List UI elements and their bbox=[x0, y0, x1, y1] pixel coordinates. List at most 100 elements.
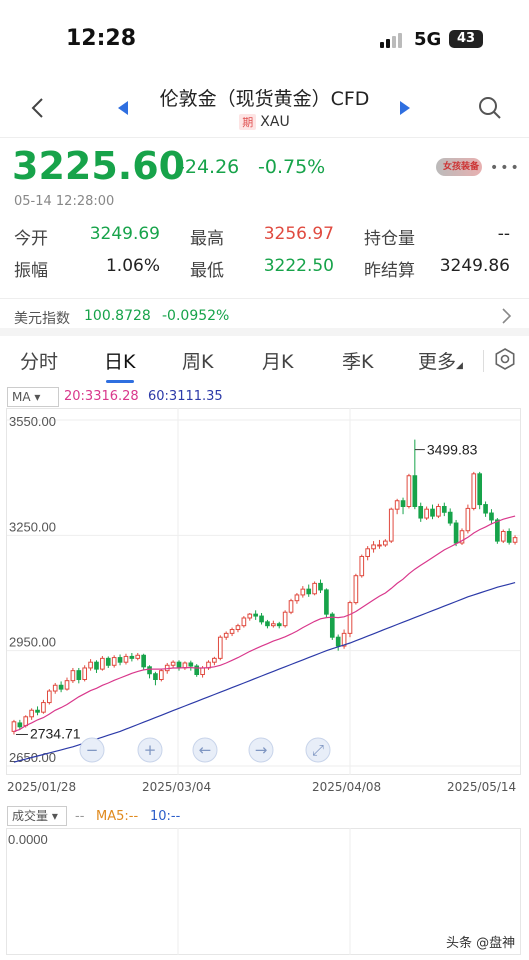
stat-label: 持仓量 bbox=[364, 229, 415, 249]
candle-body bbox=[512, 537, 518, 543]
candle-body bbox=[200, 667, 205, 676]
volume-select[interactable]: 成交量 ▾ bbox=[7, 806, 67, 826]
candle-body bbox=[129, 655, 135, 659]
candle-body bbox=[170, 661, 176, 666]
candlestick-chart[interactable]: 3550.003250.002950.002650.003499.832734.… bbox=[0, 408, 529, 776]
ma10-value: 10:-- bbox=[150, 809, 181, 824]
candle-body bbox=[82, 667, 88, 681]
futures-tag: 期 bbox=[239, 114, 257, 130]
y-tick-label: 2950.00 bbox=[9, 635, 56, 650]
status-time: 12:28 bbox=[66, 26, 137, 51]
candle-body bbox=[70, 670, 76, 682]
candle-body bbox=[483, 504, 488, 514]
candle-body bbox=[52, 684, 58, 692]
candle-body bbox=[312, 582, 317, 595]
tab-more[interactable]: 更多◢ bbox=[418, 347, 463, 374]
candle-body bbox=[64, 680, 70, 690]
candle-body bbox=[29, 709, 34, 718]
price-change: -24.26 bbox=[178, 156, 240, 178]
candle-body bbox=[489, 512, 494, 521]
ma-select[interactable]: MA ▾ bbox=[7, 387, 59, 407]
quote-datetime: 05-14 12:28:00 bbox=[14, 194, 115, 209]
stat-label: 昨结算 bbox=[364, 261, 415, 281]
candle-body bbox=[159, 670, 164, 680]
tab-monthly[interactable]: 月K bbox=[262, 347, 293, 374]
stats-grid: 今开 3249.69 最高 3256.97 持仓量 -- 振幅 1.06% 最低… bbox=[0, 224, 529, 288]
tab-daily[interactable]: 日K bbox=[104, 347, 135, 374]
candle-body bbox=[453, 522, 459, 544]
more-icon[interactable]: ••• bbox=[490, 160, 521, 176]
zoom-out-button[interactable]: − bbox=[79, 737, 105, 763]
candle-body bbox=[235, 625, 241, 631]
ma-indicator-bar: MA ▾ 20:3316.28 60:3111.35 bbox=[0, 386, 529, 408]
candle-body bbox=[294, 594, 300, 602]
candle-body bbox=[223, 632, 229, 638]
x-tick-label: 2025/01/28 bbox=[7, 780, 77, 794]
stat-value: -- bbox=[497, 224, 510, 244]
avatar[interactable]: 女孩装备 bbox=[436, 158, 482, 176]
candle-body bbox=[229, 629, 235, 634]
candle-body bbox=[282, 611, 288, 627]
search-icon[interactable] bbox=[478, 96, 502, 120]
divider bbox=[483, 350, 484, 372]
status-bar: 12:28 5G 43 bbox=[0, 0, 529, 76]
watermark: 头条 @盘神 bbox=[446, 936, 516, 951]
subtitle: 期 XAU bbox=[0, 114, 529, 130]
candle-body bbox=[306, 588, 312, 595]
x-axis: 2025/01/28 2025/03/04 2025/04/08 2025/05… bbox=[0, 780, 529, 798]
y-tick-label: 3550.00 bbox=[9, 414, 56, 429]
price-change-pct: -0.75% bbox=[258, 156, 326, 178]
usd-index-row[interactable]: 美元指数 100.8728 -0.0952% bbox=[0, 298, 529, 336]
network-label: 5G bbox=[414, 29, 442, 50]
candle-body bbox=[188, 662, 194, 667]
scroll-left-button[interactable]: ← bbox=[192, 737, 218, 763]
candle-body bbox=[412, 475, 418, 508]
page-title: 伦敦金（现货黄金）CFD bbox=[159, 88, 370, 110]
chevron-right-icon[interactable] bbox=[500, 307, 512, 325]
scroll-right-button[interactable]: → bbox=[248, 737, 274, 763]
candle-body bbox=[383, 540, 388, 546]
candle-body bbox=[259, 615, 264, 623]
tab-intraday[interactable]: 分时 bbox=[20, 347, 58, 374]
candle-body bbox=[46, 690, 52, 704]
chart-frame bbox=[6, 408, 521, 775]
candle-body bbox=[371, 544, 376, 550]
candle-body bbox=[500, 530, 506, 542]
candle-body bbox=[241, 617, 247, 627]
tab-more-label: 更多 bbox=[418, 351, 457, 373]
ma20-line bbox=[13, 515, 516, 732]
next-instrument-icon[interactable] bbox=[398, 100, 412, 116]
tab-weekly[interactable]: 周K bbox=[182, 347, 213, 374]
usd-index-label: 美元指数 bbox=[14, 311, 70, 327]
volume-value: -- bbox=[75, 809, 85, 824]
zoom-in-button[interactable]: + bbox=[137, 737, 163, 763]
candle-body bbox=[271, 623, 276, 627]
candle-body bbox=[265, 621, 270, 627]
quote-panel: 3225.60 -24.26 -0.75% 女孩装备 ••• 05-14 12:… bbox=[0, 140, 529, 298]
dropdown-caret-icon: ◢ bbox=[456, 361, 463, 371]
candle-body bbox=[76, 670, 82, 680]
ma60-line bbox=[13, 582, 516, 763]
candle-body bbox=[141, 654, 146, 668]
volume-indicator-bar: 成交量 ▾ -- MA5:-- 10:-- bbox=[0, 804, 529, 828]
candle-body bbox=[347, 602, 353, 634]
candle-body bbox=[58, 684, 64, 690]
control-icon: → bbox=[255, 741, 268, 759]
candle-body bbox=[471, 473, 477, 509]
reset-button[interactable]: ⤢ bbox=[305, 737, 331, 763]
settings-icon[interactable] bbox=[494, 348, 516, 370]
active-tab-indicator bbox=[106, 380, 134, 383]
candle-body bbox=[100, 657, 105, 670]
stat-value: 1.06% bbox=[105, 256, 160, 276]
candle-body bbox=[335, 636, 341, 647]
candle-body bbox=[94, 661, 99, 670]
stat-label: 振幅 bbox=[14, 261, 48, 281]
candle-body bbox=[276, 623, 282, 627]
nav-header: 伦敦金（现货黄金）CFD 期 XAU bbox=[0, 76, 529, 138]
candle-body bbox=[465, 507, 471, 532]
x-tick-label: 2025/04/08 bbox=[312, 780, 382, 794]
candle-body bbox=[288, 600, 294, 613]
candle-body bbox=[324, 589, 329, 615]
tab-quarterly[interactable]: 季K bbox=[342, 347, 373, 374]
battery-icon: 43 bbox=[449, 30, 483, 48]
